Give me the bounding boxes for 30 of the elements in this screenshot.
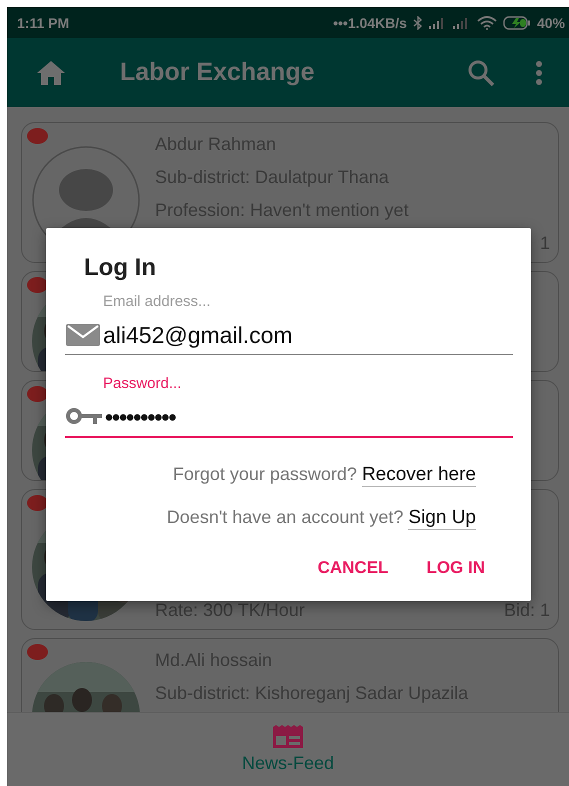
wifi-icon: [476, 16, 497, 30]
email-field[interactable]: ali452@gmail.com: [65, 310, 513, 355]
prompt-text: Forgot your password?: [172, 464, 357, 485]
network-speed: •••1.04KB/s: [333, 14, 407, 30]
battery-icon: [502, 16, 531, 30]
status-dot: [27, 495, 48, 511]
envelope-icon: [66, 323, 100, 347]
password-field[interactable]: ••••••••••: [65, 392, 513, 438]
clock: 1:11 PM: [17, 14, 70, 30]
status-dot: [27, 277, 48, 293]
status-dot: [27, 386, 48, 402]
field-value: ali452@gmail.com: [103, 322, 293, 348]
key-icon: [66, 408, 102, 426]
status-dot: [27, 644, 48, 660]
status-dot: [27, 128, 48, 144]
field-value: ••••••••••: [105, 404, 176, 430]
prompt-text: Doesn't have an account yet?: [166, 507, 404, 528]
dialog-button[interactable]: CANCEL: [308, 552, 398, 584]
bluetooth-icon: [412, 16, 423, 30]
search-icon[interactable]: [467, 58, 495, 86]
newspaper-icon[interactable]: [271, 725, 305, 749]
field-label: Email address...: [103, 293, 212, 310]
battery-level: 40%: [536, 14, 565, 30]
app-title: Labor Exchange: [120, 58, 316, 87]
home-icon[interactable]: [36, 60, 66, 86]
field-label: Password...: [103, 375, 182, 392]
dialog-button[interactable]: LOG IN: [416, 552, 495, 584]
more-options-icon[interactable]: [535, 60, 543, 86]
link[interactable]: Recover here: [362, 464, 476, 487]
link[interactable]: Sign Up: [408, 507, 476, 530]
